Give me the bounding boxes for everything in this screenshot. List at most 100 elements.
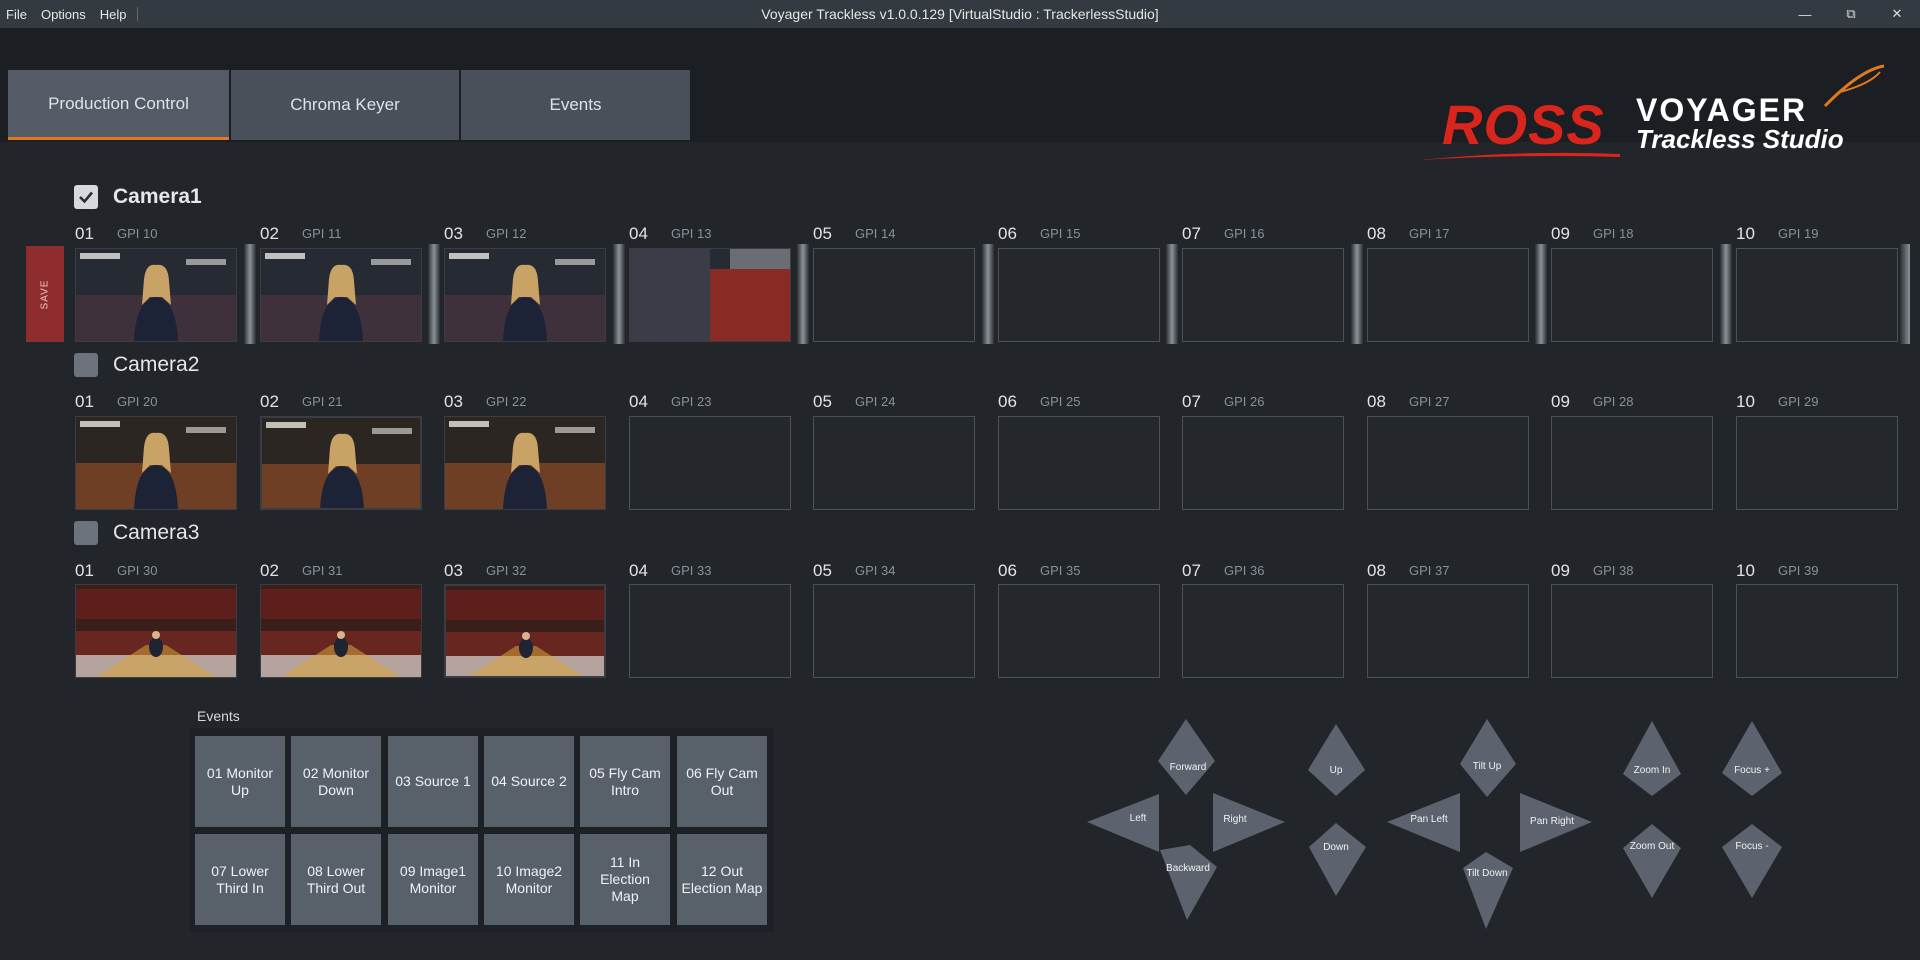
slot-number: 08 [1367, 561, 1386, 580]
event-label-line1: 06 Fly Cam [686, 764, 758, 781]
preset-slot-empty[interactable] [1736, 584, 1898, 678]
preset-slot-empty[interactable] [998, 584, 1160, 678]
preset-thumbnail[interactable] [75, 584, 237, 678]
preset-thumbnail[interactable] [444, 248, 606, 342]
event-button[interactable]: 10 Image2 Monitor [484, 834, 574, 925]
slot-gpi-label: GPI 28 [1593, 394, 1634, 409]
preset-slot-empty[interactable] [629, 416, 791, 510]
preset-slot-empty[interactable] [813, 416, 975, 510]
tab-production-control[interactable]: Production Control [8, 70, 229, 140]
focus-minus-label: Focus - [1735, 841, 1769, 852]
event-label-line2: Third In [216, 879, 264, 896]
tab-chroma-keyer[interactable]: Chroma Keyer [231, 70, 459, 140]
slot-number: 03 [444, 224, 463, 243]
event-button-label: 02 Monitor Down [303, 765, 369, 799]
slot-gpi-label: GPI 15 [1040, 226, 1081, 241]
preset-slot-empty[interactable] [813, 584, 975, 678]
menu-file[interactable]: File [6, 7, 27, 22]
backward-label: Backward [1166, 863, 1210, 874]
menu-options[interactable]: Options [41, 7, 86, 22]
preset-thumbnail[interactable] [444, 584, 606, 678]
camera2-checkbox[interactable] [74, 353, 98, 377]
event-button[interactable]: 01 Monitor Up [195, 736, 285, 827]
slot-connector [428, 244, 440, 344]
event-button[interactable]: 04 Source 2 [484, 736, 574, 827]
close-icon[interactable]: ✕ [1874, 0, 1920, 28]
tilt-down-label: Tilt Down [1466, 868, 1508, 879]
event-button[interactable]: 03 Source 1 [388, 736, 478, 827]
preset-slot-empty[interactable] [1551, 248, 1713, 342]
preset-slot-empty[interactable] [1182, 248, 1344, 342]
down-button[interactable] [1309, 823, 1366, 896]
slot-gpi-label: GPI 33 [671, 563, 712, 578]
preset-thumbnail[interactable] [75, 416, 237, 510]
slot-number: 07 [1182, 392, 1201, 411]
slot-gpi-label: GPI 20 [117, 394, 158, 409]
preset-slot-empty[interactable] [1551, 584, 1713, 678]
event-button[interactable]: 02 Monitor Down [291, 736, 381, 827]
slot-connector [797, 244, 809, 344]
focus-plus-button[interactable] [1722, 721, 1782, 796]
preset-slot-empty[interactable] [1367, 248, 1529, 342]
preset-thumbnail[interactable] [629, 248, 791, 342]
event-button-label: 09 Image1 Monitor [400, 863, 466, 897]
backward-button[interactable] [1160, 845, 1217, 920]
slot-connector [1166, 244, 1178, 344]
slot-gpi-label: GPI 25 [1040, 394, 1081, 409]
event-button[interactable]: 06 Fly Cam Out [677, 736, 767, 827]
camera3-checkbox[interactable] [74, 521, 98, 545]
preset-slot-empty[interactable] [629, 584, 791, 678]
tilt-up-button[interactable] [1460, 719, 1516, 797]
preset-slot-empty[interactable] [998, 416, 1160, 510]
tab-events[interactable]: Events [461, 70, 690, 140]
preset-slot-empty[interactable] [1367, 584, 1529, 678]
minimize-icon[interactable]: — [1782, 0, 1828, 28]
preset-slot-empty[interactable] [1367, 416, 1529, 510]
preset-slot-empty[interactable] [1551, 416, 1713, 510]
event-button[interactable]: 09 Image1 Monitor [388, 834, 478, 925]
slot-gpi-label: GPI 29 [1778, 394, 1819, 409]
preset-thumbnail[interactable] [260, 416, 422, 510]
event-button[interactable]: 11 In Election Map [580, 834, 670, 925]
forward-button[interactable] [1158, 719, 1215, 795]
slot-connector [1720, 244, 1732, 344]
up-button[interactable] [1308, 724, 1365, 796]
slot-gpi-label: GPI 14 [855, 226, 896, 241]
slot-number: 04 [629, 561, 648, 580]
zoom-in-button[interactable] [1623, 721, 1681, 796]
focus-minus-button[interactable] [1722, 824, 1782, 898]
preset-slot-empty[interactable] [1182, 416, 1344, 510]
restore-icon[interactable]: ⧉ [1828, 0, 1874, 28]
preset-thumbnail[interactable] [444, 416, 606, 510]
preset-thumbnail[interactable] [75, 248, 237, 342]
preset-slot-empty[interactable] [1736, 416, 1898, 510]
preset-slot-empty[interactable] [1736, 248, 1898, 342]
slot-number: 04 [629, 224, 648, 243]
event-button[interactable]: 07 Lower Third In [195, 834, 285, 925]
zoom-out-button[interactable] [1623, 824, 1681, 898]
slot-gpi-label: GPI 35 [1040, 563, 1081, 578]
preset-slot-empty[interactable] [998, 248, 1160, 342]
slot-connector [1351, 244, 1363, 344]
save-button[interactable]: SAVE [26, 246, 64, 342]
camera1-checkbox[interactable] [74, 185, 98, 209]
pan-left-label: Pan Left [1410, 814, 1448, 825]
slot-number: 06 [998, 392, 1017, 411]
tilt-down-button[interactable] [1463, 852, 1513, 929]
preset-thumbnail[interactable] [260, 584, 422, 678]
preset-thumbnail[interactable] [260, 248, 422, 342]
event-label-line2: Up [231, 781, 249, 798]
event-label-line1: 05 Fly Cam [589, 764, 661, 781]
event-button[interactable]: 12 Out Election Map [677, 834, 767, 925]
menu-help[interactable]: Help [100, 7, 127, 22]
event-button[interactable]: 08 Lower Third Out [291, 834, 381, 925]
slot-gpi-label: GPI 16 [1224, 226, 1265, 241]
event-button-label: 06 Fly Cam Out [686, 765, 758, 799]
event-button[interactable]: 05 Fly Cam Intro [580, 736, 670, 827]
slot-number: 01 [75, 561, 94, 580]
preset-slot-empty[interactable] [813, 248, 975, 342]
slot-connector [1535, 244, 1547, 344]
slot-connector [982, 244, 994, 344]
preset-slot-empty[interactable] [1182, 584, 1344, 678]
event-label-line1: 02 Monitor [302, 764, 370, 781]
